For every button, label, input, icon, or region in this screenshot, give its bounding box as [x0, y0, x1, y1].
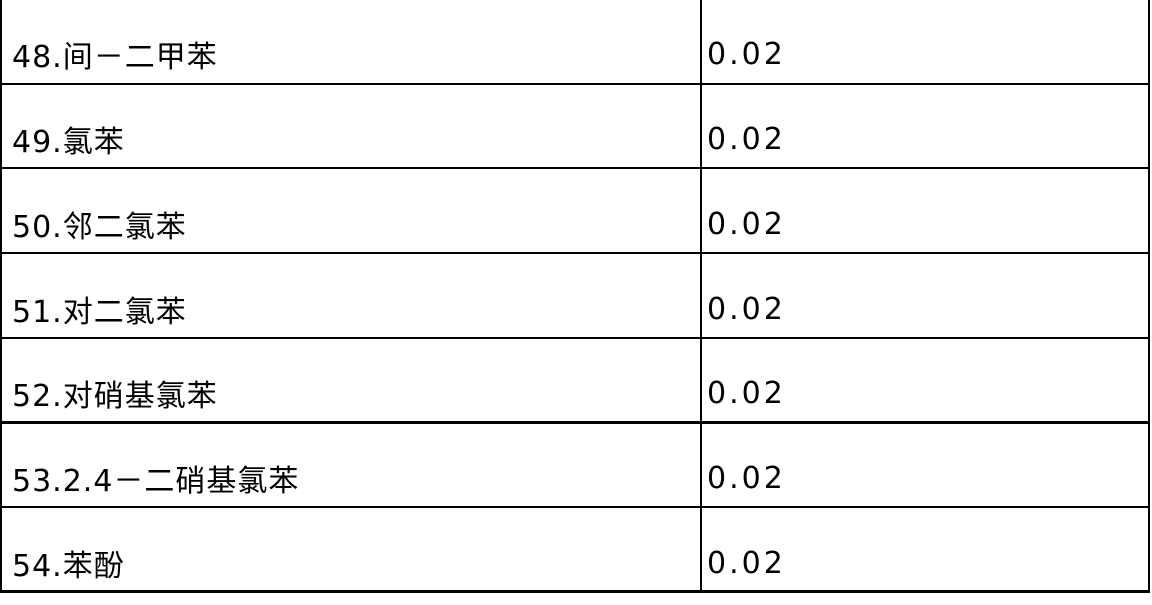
table-row: 49.氯苯 0.02	[0, 97, 1152, 181]
data-table: 48.间－二甲苯 0.02 49.氯苯 0.02 50.邻二氯苯 0.02 51…	[0, 0, 1152, 593]
table-row: 48.间－二甲苯 0.02	[0, 12, 1152, 96]
table-row: 54.苯酚 0.02	[0, 521, 1152, 605]
row-name: 49.氯苯	[12, 125, 125, 160]
row-value: 0.02	[707, 545, 786, 581]
row-name: 51.对二氯苯	[12, 295, 187, 330]
table-row: 51.对二氯苯 0.02	[0, 267, 1152, 351]
row-value: 0.02	[707, 121, 786, 157]
row-value: 0.02	[707, 291, 786, 327]
table-row: 50.邻二氯苯 0.02	[0, 182, 1152, 266]
row-name: 52.对硝基氯苯	[12, 379, 218, 414]
row-value: 0.02	[707, 206, 786, 242]
row-name: 50.邻二氯苯	[12, 210, 187, 245]
row-name: 54.苯酚	[12, 549, 125, 584]
table-row: 52.对硝基氯苯 0.02	[0, 351, 1152, 435]
row-value: 0.02	[707, 36, 786, 72]
row-name: 48.间－二甲苯	[12, 40, 218, 75]
table-row: 53.2.4－二硝基氯苯 0.02	[0, 436, 1152, 520]
row-value: 0.02	[707, 460, 786, 496]
row-name: 53.2.4－二硝基氯苯	[12, 464, 300, 499]
row-value: 0.02	[707, 375, 786, 411]
